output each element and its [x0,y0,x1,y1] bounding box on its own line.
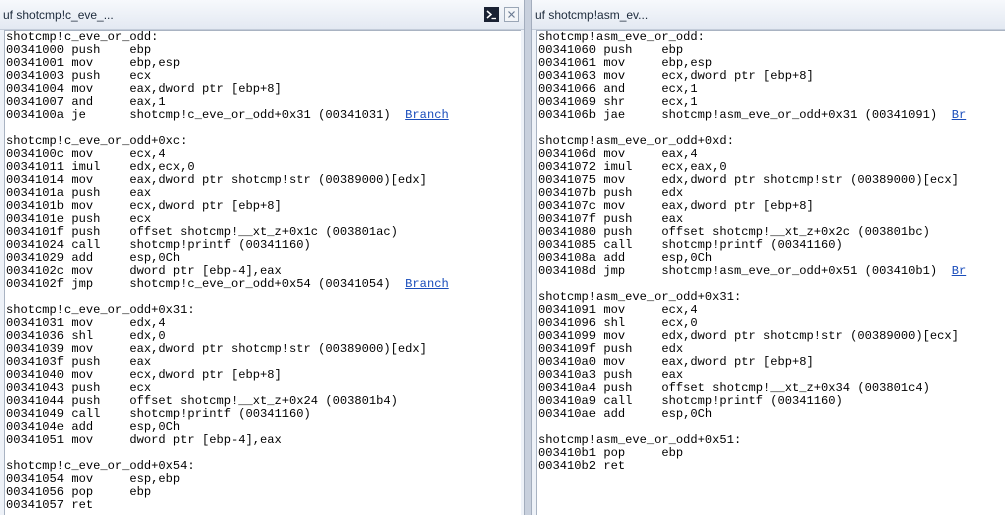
code-line: 00341051 mov dword ptr [ebp-4],eax [6,434,521,447]
code-text: 00341000 push ebp [6,43,152,57]
disassembly-pane-left: uf shotcmp!c_eve_... shotcmp!c_eve_or_od… [0,0,524,515]
code-text: 00341036 shl edx,0 [6,329,166,343]
code-text: shotcmp!asm_eve_or_odd: [538,30,705,44]
pane-titlebar-right[interactable]: uf shotcmp!asm_ev... [532,0,1005,30]
code-text: 0034107f push eax [538,212,684,226]
code-line: 0034102f jmp shotcmp!c_eve_or_odd+0x54 (… [6,278,521,291]
code-text: 00341069 shr ecx,1 [538,95,698,109]
code-line: 0034106b jae shotcmp!asm_eve_or_odd+0x31… [538,109,1005,122]
code-text: 00341072 imul ecx,eax,0 [538,160,727,174]
branch-link[interactable]: Branch [405,277,449,291]
branch-link[interactable]: Branch [405,108,449,122]
code-text: 00341096 shl ecx,0 [538,316,698,330]
code-text: 00341066 and ecx,1 [538,82,698,96]
code-text: 00341091 mov ecx,4 [538,303,698,317]
code-text: shotcmp!c_eve_or_odd+0x31: [6,303,195,317]
code-text: 00341060 push ebp [538,43,684,57]
code-line: 0034100a je shotcmp!c_eve_or_odd+0x31 (0… [6,109,521,122]
code-text: 0034102c mov dword ptr [ebp-4],eax [6,264,282,278]
code-text: shotcmp!c_eve_or_odd+0xc: [6,134,188,148]
code-text: shotcmp!c_eve_or_odd+0x54: [6,459,195,473]
code-line: 00341057 ret [6,499,521,512]
code-text: 003410b1 pop ebp [538,446,684,460]
code-text: 00341080 push offset shotcmp!__xt_z+0x2c… [538,225,930,239]
code-text: 0034106d mov eax,4 [538,147,698,161]
pane-splitter[interactable] [524,0,532,515]
code-text: 003410a9 call shotcmp!printf (00341160) [538,394,843,408]
code-text: 003410a3 push eax [538,368,684,382]
code-text: 00341014 mov eax,dword ptr shotcmp!str (… [6,173,427,187]
code-text: 00341044 push offset shotcmp!__xt_z+0x24… [6,394,398,408]
pane-title-left: uf shotcmp!c_eve_... [3,8,114,22]
code-text: 00341029 add esp,0Ch [6,251,181,265]
code-text: 003410a0 mov eax,dword ptr [ebp+8] [538,355,814,369]
code-text: 0034107c mov eax,dword ptr [ebp+8] [538,199,814,213]
code-text: 00341040 mov ecx,dword ptr [ebp+8] [6,368,282,382]
disassembly-lines-left: shotcmp!c_eve_or_odd: 00341000 push ebp 00… [6,31,521,512]
code-text: 00341051 mov dword ptr [ebp-4],eax [6,433,282,447]
code-text: shotcmp!asm_eve_or_odd+0x31: [538,290,742,304]
code-text: 0034108a add esp,0Ch [538,251,713,265]
code-text: 00341031 mov edx,4 [6,316,166,330]
code-text: 0034107b push edx [538,186,684,200]
code-text: 00341001 mov ebp,esp [6,56,181,70]
disassembly-view-left[interactable]: shotcmp!c_eve_or_odd: 00341000 push ebp 00… [4,30,521,515]
code-text: 0034101a push eax [6,186,152,200]
code-text: 00341007 and eax,1 [6,95,166,109]
code-text: 0034100c mov ecx,4 [6,147,166,161]
code-line: 003410b2 ret [538,460,1005,473]
code-text: 0034101b mov ecx,dword ptr [ebp+8] [6,199,282,213]
code-text: shotcmp!c_eve_or_odd: [6,30,159,44]
code-text: 00341075 mov edx,dword ptr shotcmp!str (… [538,173,959,187]
code-text: 0034104e add esp,0Ch [6,420,181,434]
command-prompt-icon[interactable] [484,7,499,22]
code-text: 00341003 push ecx [6,69,152,83]
code-text: 0034102f jmp shotcmp!c_eve_or_odd+0x54 (… [6,277,406,291]
code-text: 00341085 call shotcmp!printf (00341160) [538,238,843,252]
code-line: 0034108d jmp shotcmp!asm_eve_or_odd+0x51… [538,265,1005,278]
code-text: 00341056 pop ebp [6,485,152,499]
code-line: 003410ae add esp,0Ch [538,408,1005,421]
code-text: 0034100a je shotcmp!c_eve_or_odd+0x31 (0… [6,108,406,122]
code-text: 0034109f push edx [538,342,684,356]
code-text: 00341004 mov eax,dword ptr [ebp+8] [6,82,282,96]
disassembly-lines-right: shotcmp!asm_eve_or_odd: 00341060 push ebp… [538,31,1005,473]
disassembly-view-right[interactable]: shotcmp!asm_eve_or_odd: 00341060 push ebp… [536,30,1005,515]
code-text: 00341061 mov ebp,esp [538,56,713,70]
code-text: shotcmp!asm_eve_or_odd+0xd: [538,134,734,148]
code-text: 0034103f push eax [6,355,152,369]
code-text: 003410a4 push offset shotcmp!__xt_z+0x34… [538,381,930,395]
disassembly-pane-right: uf shotcmp!asm_ev... shotcmp!asm_eve_or_… [532,0,1005,515]
code-text: 0034106b jae shotcmp!asm_eve_or_odd+0x31… [538,108,952,122]
code-text: 003410ae add esp,0Ch [538,407,713,421]
branch-link[interactable]: Br [952,108,967,122]
pane-titlebar-left[interactable]: uf shotcmp!c_eve_... [0,0,524,30]
code-text: 0034101e push ecx [6,212,152,226]
code-text: 00341057 ret [6,498,94,512]
close-icon[interactable] [504,7,519,22]
code-text: 0034101f push offset shotcmp!__xt_z+0x1c… [6,225,398,239]
code-text: 00341049 call shotcmp!printf (00341160) [6,407,311,421]
pane-title-right: uf shotcmp!asm_ev... [535,8,649,22]
code-text: 00341043 push ecx [6,381,152,395]
code-text: 00341011 imul edx,ecx,0 [6,160,195,174]
code-text: 0034108d jmp shotcmp!asm_eve_or_odd+0x51… [538,264,952,278]
code-text: 00341024 call shotcmp!printf (00341160) [6,238,311,252]
code-text: 00341039 mov eax,dword ptr shotcmp!str (… [6,342,427,356]
code-text: 003410b2 ret [538,459,626,473]
code-text: 00341099 mov edx,dword ptr shotcmp!str (… [538,329,959,343]
code-text: 00341063 mov ecx,dword ptr [ebp+8] [538,69,814,83]
code-text: 00341054 mov esp,ebp [6,472,181,486]
code-text: shotcmp!asm_eve_or_odd+0x51: [538,433,742,447]
branch-link[interactable]: Br [952,264,967,278]
